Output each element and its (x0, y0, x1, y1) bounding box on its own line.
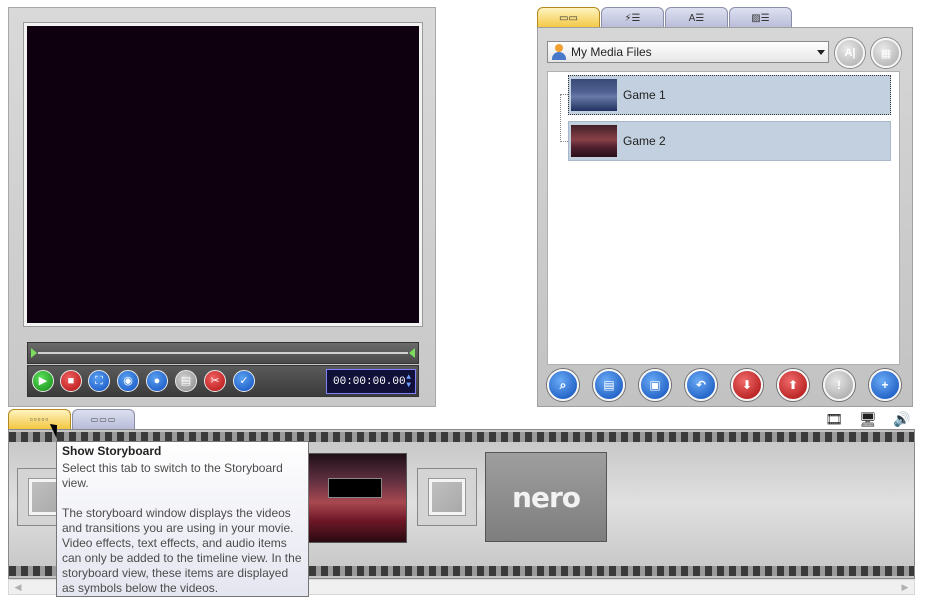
capture-icon: ▣ (649, 378, 661, 392)
video-thumbnail (571, 125, 617, 157)
volume-icon[interactable]: 🔊 (891, 409, 913, 429)
tooltip-line-2: The storyboard window displays the video… (62, 506, 302, 595)
out-point-marker[interactable] (409, 348, 415, 358)
tab-media[interactable]: ▭▭ (537, 7, 600, 28)
arrow-down-icon: ⬇ (741, 378, 753, 392)
film-strip-icon[interactable]: 🎞 (823, 409, 845, 429)
capture-button[interactable]: ▣ (639, 369, 671, 401)
undo-button[interactable]: ↶ (685, 369, 717, 401)
confirm-button[interactable]: ✓ (233, 370, 255, 392)
media-panel: My Media Files A| ▦ Game 1 Game 2 ⌕ ▤ ▣ … (537, 27, 913, 407)
scissors-icon: ✂ (210, 374, 220, 387)
text-effects-tab-icon: A☰ (688, 12, 705, 24)
snapshot-button[interactable]: ◉ (117, 370, 139, 392)
media-tab-icon: ▭▭ (559, 12, 578, 24)
search-media-button[interactable]: ⌕ (547, 369, 579, 401)
view-options-button[interactable]: ▦ (871, 38, 901, 68)
microphone-icon: ● (153, 374, 161, 387)
media-item-label: Game 1 (623, 88, 666, 102)
storyboard-clip-game-2[interactable] (305, 453, 407, 543)
track-tools: 🎞 🖥 🔊 (823, 409, 913, 429)
transition-slot[interactable] (417, 468, 477, 526)
in-point-marker[interactable] (31, 348, 37, 358)
plus-icon: + (881, 378, 889, 392)
storyboard-clip-nero[interactable]: nero (485, 452, 607, 542)
transitions-tab-icon: ▨☰ (751, 12, 770, 24)
timecode-field[interactable]: 00:00:00.00 ▲ ▼ (326, 369, 416, 394)
remove-down-button[interactable]: ⬇ (731, 369, 763, 401)
tab-storyboard[interactable]: ▫▫▫▫▫ (8, 409, 71, 429)
tab-effects[interactable]: ⚡☰ (601, 7, 664, 28)
scroll-left-icon[interactable]: ◀ (10, 581, 26, 593)
media-list: Game 1 Game 2 (547, 71, 900, 365)
timeline-tab-icon: ▭▭▭ (90, 415, 117, 424)
tooltip: Show Storyboard Select this tab to switc… (56, 441, 309, 597)
grid-view-icon: ▦ (880, 47, 892, 60)
camera-icon: ◉ (123, 374, 133, 387)
tab-transitions[interactable]: ▨☰ (729, 7, 792, 28)
fullscreen-button[interactable]: ⛶ (88, 370, 110, 392)
user-icon (552, 44, 566, 60)
tooltip-title: Show Storyboard (62, 444, 162, 458)
play-icon: ▶ (38, 374, 48, 387)
media-item-game-2[interactable]: Game 2 (568, 121, 891, 161)
tab-timeline[interactable]: ▭▭▭ (72, 409, 135, 429)
stop-button[interactable]: ■ (60, 370, 82, 392)
spin-down-icon[interactable]: ▼ (406, 381, 411, 390)
warning-button[interactable]: ! (823, 369, 855, 401)
effects-tab-icon: ⚡☰ (624, 12, 641, 24)
chevron-down-icon[interactable] (817, 50, 825, 55)
preview-screen-frame (23, 22, 423, 327)
stop-icon: ■ (67, 374, 75, 387)
transport-controls: ▶ ■ ⛶ ◉ ● ▤ ✂ ✓ 00:00:00.00 ▲ ▼ (27, 365, 419, 397)
transition-icon (429, 479, 465, 515)
add-media-button[interactable]: + (869, 369, 901, 401)
import-video-button[interactable]: ▤ (593, 369, 625, 401)
check-icon: ✓ (239, 374, 249, 387)
remove-up-button[interactable]: ⬆ (777, 369, 809, 401)
media-action-bar: ⌕ ▤ ▣ ↶ ⬇ ⬆ ! + (538, 368, 912, 406)
play-button[interactable]: ▶ (32, 370, 54, 392)
nero-logo: nero (512, 480, 581, 514)
scroll-right-icon[interactable]: ▶ (897, 581, 913, 593)
fullscreen-icon: ⛶ (95, 374, 103, 387)
tab-text-effects[interactable]: A☰ (665, 7, 728, 28)
timeline-scrubber[interactable] (27, 342, 419, 364)
media-source-dropdown[interactable]: My Media Files (547, 41, 829, 63)
media-tabs: ▭▭ ⚡☰ A☰ ▨☰ (537, 7, 793, 28)
film-icon: ▤ (603, 378, 615, 392)
scrub-track[interactable] (38, 352, 408, 354)
video-thumbnail (571, 79, 617, 111)
sort-alpha-icon: A| (844, 47, 856, 59)
monitor-icon[interactable]: 🖥 (857, 409, 879, 429)
video-preview-screen (27, 26, 419, 323)
timecode-value: 00:00:00.00 (333, 375, 406, 388)
film-button[interactable]: ▤ (175, 370, 197, 392)
sort-alpha-button[interactable]: A| (835, 38, 865, 68)
preview-panel: ▶ ■ ⛶ ◉ ● ▤ ✂ ✓ 00:00:00.00 ▲ ▼ (8, 7, 436, 407)
exclamation-icon: ! (837, 378, 841, 392)
media-item-label: Game 2 (623, 134, 666, 148)
cut-button[interactable]: ✂ (204, 370, 226, 392)
clip-scoreboard-graphic (328, 478, 382, 498)
search-icon: ⌕ (559, 377, 567, 392)
arrow-up-icon: ⬆ (787, 378, 799, 392)
view-tabs: ▫▫▫▫▫ ▭▭▭ (8, 409, 136, 429)
film-icon: ▤ (180, 374, 192, 387)
timecode-spinner[interactable]: ▲ ▼ (406, 373, 411, 390)
media-item-game-1[interactable]: Game 1 (568, 75, 891, 115)
tooltip-line-1: Select this tab to switch to the Storybo… (62, 461, 283, 490)
undo-icon: ↶ (695, 378, 707, 392)
media-source-label: My Media Files (571, 45, 652, 59)
storyboard-tab-icon: ▫▫▫▫▫ (29, 415, 50, 424)
record-voiceover-button[interactable]: ● (146, 370, 168, 392)
